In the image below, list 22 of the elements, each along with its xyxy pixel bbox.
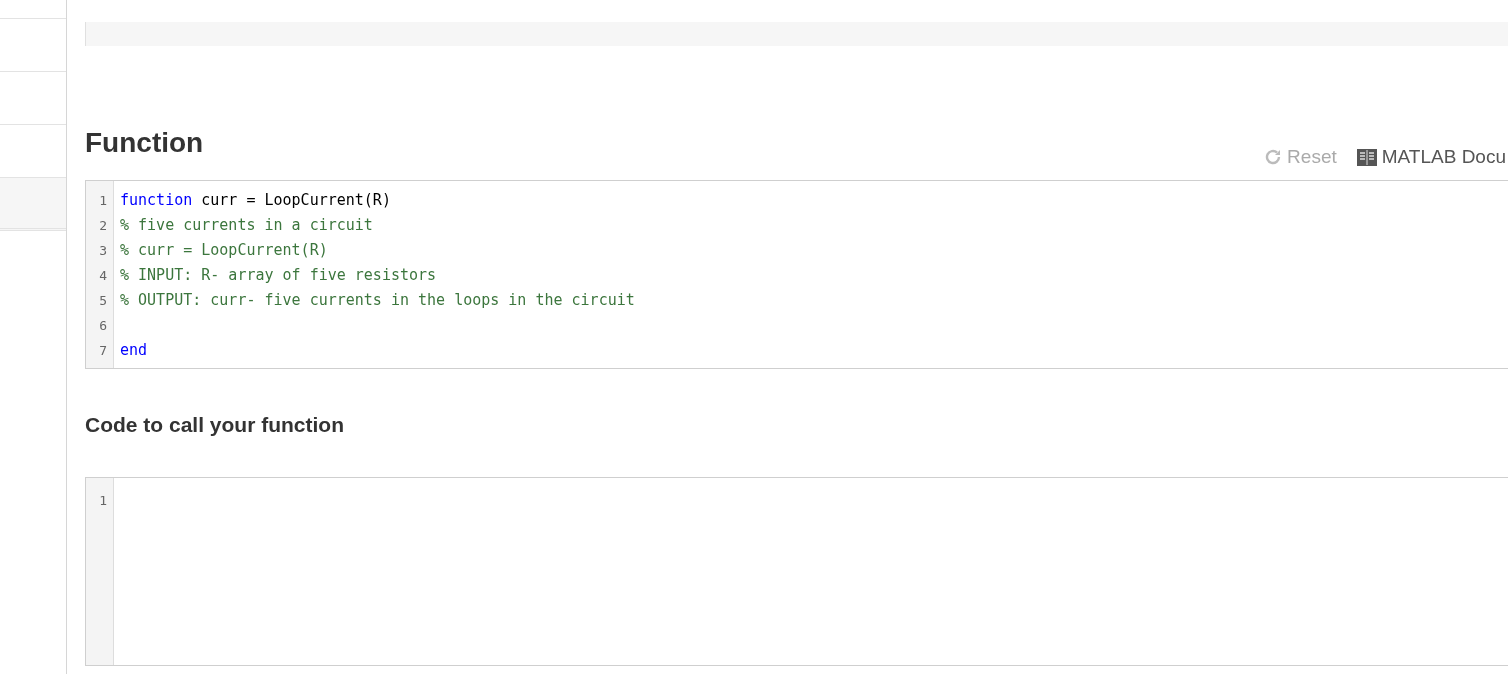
line-number: 7 — [98, 342, 108, 360]
code-line: end — [120, 340, 149, 361]
code-line: % INPUT: R- array of five resistors — [120, 265, 438, 286]
section-title: Function — [85, 126, 205, 160]
book-icon — [1356, 148, 1377, 166]
line-number: 6 — [98, 317, 108, 335]
code-line: % five currents in a circuit — [120, 215, 374, 236]
line-number: 2 — [98, 217, 108, 235]
line-number: 1 — [98, 192, 108, 210]
code-editor[interactable]: 1 — [85, 477, 1508, 666]
sidebar-item[interactable] — [0, 178, 66, 231]
code-line: % curr = LoopCurrent(R) — [120, 240, 329, 261]
refresh-icon — [1264, 148, 1283, 166]
code-line: % OUTPUT: curr- five currents in the loops in the circuit — [120, 290, 636, 311]
line-number: 3 — [98, 242, 108, 260]
documentation-link[interactable]: MATLAB Docu — [1356, 146, 1506, 168]
code-editor[interactable]: 1 2 3 4 5 6 7 function curr = LoopCurrent(R) % five currents in a circuit % curr = LoopCurrent(R) % INPUT: R- array of five resistors % OUTPUT: curr- five currents in the loops in the circuit end — [85, 180, 1508, 369]
code-line: function curr = LoopCurrent(R) — [120, 190, 392, 211]
line-number: 5 — [98, 292, 108, 310]
section-title: Code to call your function — [85, 413, 345, 437]
line-number: 1 — [98, 492, 108, 510]
line-number: 4 — [98, 267, 108, 285]
